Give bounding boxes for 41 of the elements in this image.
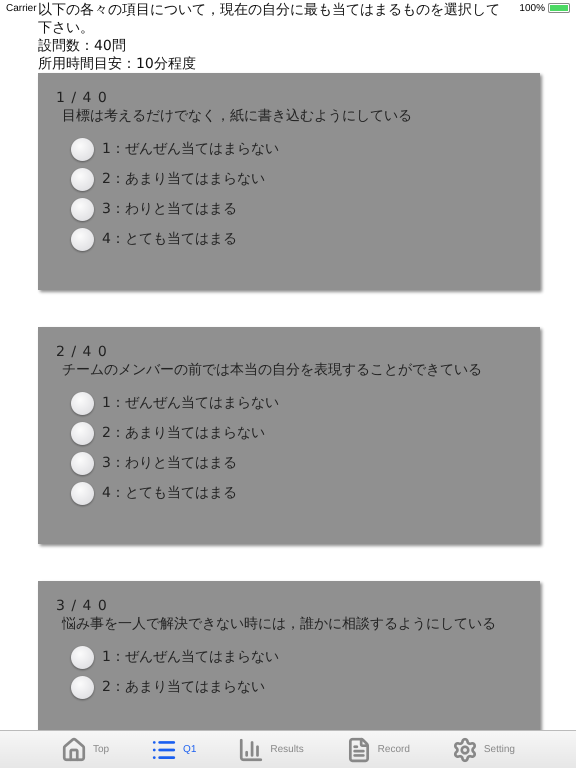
option-label: 1：ぜんぜん当てはまらない: [102, 394, 279, 412]
radio-button[interactable]: [71, 422, 94, 444]
tab[interactable]: Top: [60, 731, 110, 768]
option-label: 2：あまり当てはまらない: [102, 678, 265, 696]
carrier-label: Carrier: [6, 2, 37, 14]
intro-text: 設問数：40問: [38, 37, 126, 55]
tab[interactable]: Q1: [151, 731, 196, 768]
radio-button[interactable]: [71, 198, 94, 220]
radio-button[interactable]: [71, 392, 94, 414]
question-text: 目標は考えるだけでなく，紙に書き込むようにしている: [62, 107, 413, 125]
option-label: 2：あまり当てはまらない: [102, 170, 265, 188]
battery-icon: [548, 3, 570, 13]
bar-chart-icon: [238, 736, 264, 762]
battery-percent: 100%: [519, 2, 545, 14]
intro-text: 以下の各々の項目について，現在の自分に最も当てはまるものを選択して: [38, 1, 500, 19]
question-number: 2 / 4 0: [56, 343, 109, 361]
radio-button[interactable]: [71, 168, 94, 190]
home-icon: [60, 736, 87, 762]
option-label: 3：わりと当てはまる: [102, 454, 237, 472]
intro-text: 下さい。: [38, 19, 94, 37]
radio-button[interactable]: [71, 138, 94, 160]
option-label: 4：とても当てはまる: [102, 484, 237, 502]
option-label: 4：とても当てはまる: [102, 230, 237, 248]
radio-button[interactable]: [71, 482, 94, 504]
option-label: 2：あまり当てはまらない: [102, 424, 265, 442]
radio-button[interactable]: [71, 676, 94, 698]
option-label: 1：ぜんぜん当てはまらない: [102, 648, 279, 666]
intro-text: 所用時間目安：10分程度: [38, 55, 196, 73]
tab[interactable]: Results: [238, 731, 304, 768]
radio-button[interactable]: [71, 646, 94, 668]
option-label: 1：ぜんぜん当てはまらない: [102, 140, 279, 158]
question-number: 3 / 4 0: [56, 597, 109, 615]
tab[interactable]: Record: [346, 731, 410, 768]
settings-icon: [452, 736, 478, 762]
tab[interactable]: Setting: [452, 731, 515, 768]
option-label: 3：わりと当てはまる: [102, 200, 237, 218]
radio-button[interactable]: [71, 452, 94, 474]
question-text: 悩み事を一人で解決できない時には，誰かに相談するようにしている: [62, 615, 497, 633]
question-number: 1 / 4 0: [56, 89, 109, 107]
question-text: チームのメンバーの前では本当の自分を表現することができている: [62, 361, 483, 379]
radio-button[interactable]: [71, 228, 94, 250]
